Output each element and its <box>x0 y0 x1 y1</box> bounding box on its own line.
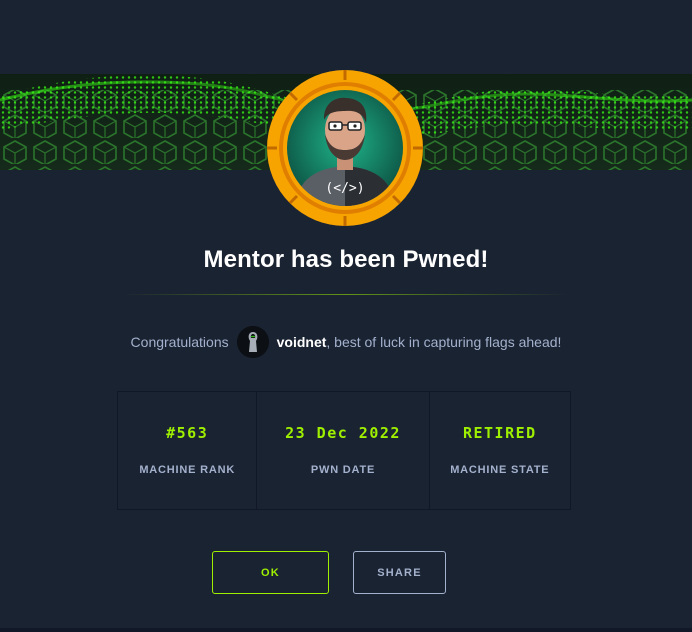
hooded-figure-icon <box>236 326 269 358</box>
username[interactable]: voidnet <box>277 334 327 350</box>
ok-button[interactable]: OK <box>212 551 329 594</box>
share-button[interactable]: SHARE <box>353 551 446 594</box>
avatar-code-text: (</>) <box>325 181 364 196</box>
stat-machine-state: RETIRED MACHINE STATE <box>428 392 570 509</box>
user-avatar <box>236 326 269 358</box>
modal-bottom-edge <box>0 628 692 632</box>
stat-pwn-date: 23 Dec 2022 PWN DATE <box>256 392 428 509</box>
stat-value: 23 Dec 2022 <box>285 424 401 442</box>
stat-label: MACHINE RANK <box>139 464 236 476</box>
stat-value: RETIRED <box>462 424 537 442</box>
congrats-suffix: , best of luck in capturing flags ahead! <box>326 334 562 350</box>
stat-label: MACHINE STATE <box>450 464 550 476</box>
stat-value: #563 <box>166 424 209 442</box>
congrats-prefix: Congratulations <box>130 334 229 350</box>
stats-panel: #563 MACHINE RANK 23 Dec 2022 PWN DATE R… <box>117 391 571 510</box>
machine-avatar: (</>) <box>265 68 425 228</box>
title-divider <box>122 294 568 295</box>
stat-machine-rank: #563 MACHINE RANK <box>118 392 256 509</box>
congrats-message: Congratulations voidnet , best of luck i… <box>0 326 692 358</box>
stat-label: PWN DATE <box>310 464 376 476</box>
modal-title: Mentor has been Pwned! <box>203 246 489 273</box>
